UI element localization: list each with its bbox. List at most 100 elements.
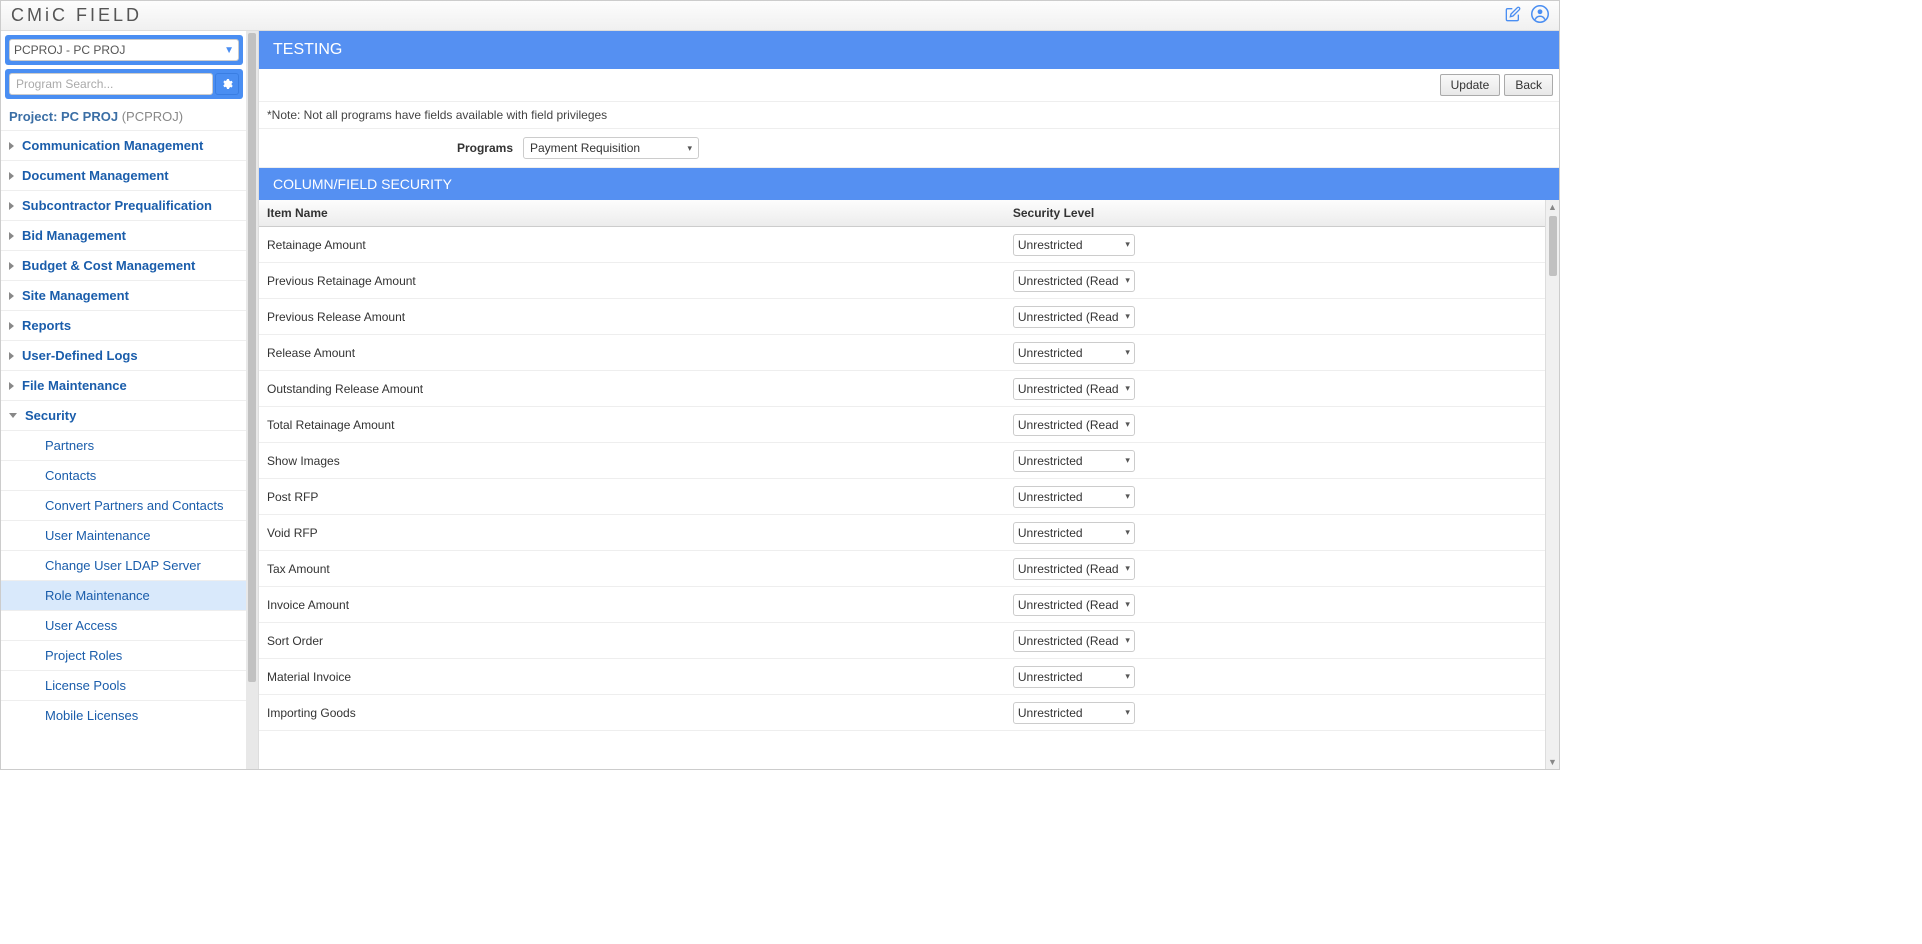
- nav-sub-project-roles[interactable]: Project Roles: [1, 640, 247, 670]
- security-level-select[interactable]: Unrestricted (Read▾: [1013, 594, 1135, 616]
- col-security-level[interactable]: Security Level: [1005, 200, 1545, 227]
- caret-down-icon: ▾: [687, 143, 692, 154]
- search-input[interactable]: [9, 73, 213, 95]
- security-level-select[interactable]: Unrestricted▾: [1013, 342, 1135, 364]
- security-level-select[interactable]: Unrestricted▾: [1013, 522, 1135, 544]
- project-line: Project: PC PROJ (PCPROJ): [1, 103, 247, 130]
- search-settings-button[interactable]: [215, 73, 239, 95]
- nav-sub-license-pools[interactable]: License Pools: [1, 670, 247, 700]
- col-item-name[interactable]: Item Name: [259, 200, 1005, 227]
- caret-down-icon: ▾: [1125, 707, 1130, 718]
- caret-down-icon: ▾: [1125, 311, 1130, 322]
- nav-group-label: Communication Management: [22, 138, 203, 153]
- cell-item-name: Retainage Amount: [259, 227, 1005, 263]
- sidebar-scrollbar[interactable]: [246, 31, 258, 769]
- nav-group-label: Security: [25, 408, 76, 423]
- security-level-select[interactable]: Unrestricted (Read▾: [1013, 414, 1135, 436]
- table-row: Retainage Amount Unrestricted▾: [259, 227, 1545, 263]
- security-level-value: Unrestricted: [1018, 526, 1121, 540]
- nav-group-label: Bid Management: [22, 228, 126, 243]
- security-level-select[interactable]: Unrestricted▾: [1013, 702, 1135, 724]
- nav-group-user-defined-logs[interactable]: User-Defined Logs: [1, 340, 247, 370]
- caret-right-icon: [9, 352, 14, 360]
- action-bar: Update Back: [259, 69, 1559, 102]
- table-wrap: Item Name Security Level Retainage Amoun…: [259, 200, 1559, 769]
- security-level-select[interactable]: Unrestricted▾: [1013, 486, 1135, 508]
- security-level-value: Unrestricted: [1018, 238, 1121, 252]
- caret-right-icon: [9, 382, 14, 390]
- security-level-select[interactable]: Unrestricted▾: [1013, 450, 1135, 472]
- caret-down-icon: ▾: [1125, 347, 1130, 358]
- caret-right-icon: [9, 142, 14, 150]
- table-header-row: Item Name Security Level: [259, 200, 1545, 227]
- project-select[interactable]: PCPROJ - PC PROJ ▼: [9, 39, 239, 61]
- security-level-select[interactable]: Unrestricted (Read▾: [1013, 270, 1135, 292]
- update-button[interactable]: Update: [1440, 74, 1501, 96]
- caret-right-icon: [9, 172, 14, 180]
- table-row: Invoice AmountUnrestricted (Read▾: [259, 587, 1545, 623]
- nav-sub-contacts[interactable]: Contacts: [1, 460, 247, 490]
- sidebar-scrollbar-thumb[interactable]: [248, 33, 256, 682]
- app-logo: CMiC FIELD: [11, 5, 142, 26]
- nav-sub-convert-partners-and-contacts[interactable]: Convert Partners and Contacts: [1, 490, 247, 520]
- nav-sub-change-user-ldap-server[interactable]: Change User LDAP Server: [1, 550, 247, 580]
- security-level-select[interactable]: Unrestricted▾: [1013, 234, 1135, 256]
- nav-group-reports[interactable]: Reports: [1, 310, 247, 340]
- cell-security-level: Unrestricted ▾: [1005, 659, 1545, 695]
- cell-security-level: Unrestricted (Read▾: [1005, 551, 1545, 587]
- table-row: Sort OrderUnrestricted (Read▾: [259, 623, 1545, 659]
- cell-security-level: Unrestricted▾: [1005, 227, 1545, 263]
- nav-group-bid-management[interactable]: Bid Management: [1, 220, 247, 250]
- nav-sub-role-maintenance[interactable]: Role Maintenance: [1, 580, 247, 610]
- security-level-value: Unrestricted: [1018, 670, 1121, 684]
- table-row: Release AmountUnrestricted▾: [259, 335, 1545, 371]
- caret-down-icon: ▾: [1125, 671, 1130, 682]
- programs-row: Programs Payment Requisition ▾: [259, 129, 1559, 168]
- nav-sub-user-maintenance[interactable]: User Maintenance: [1, 520, 247, 550]
- scroll-down-icon[interactable]: ▼: [1548, 755, 1557, 769]
- security-level-select[interactable]: Unrestricted (Read▾: [1013, 558, 1135, 580]
- security-level-select[interactable]: Unrestricted (Read▾: [1013, 630, 1135, 652]
- nav-group-budget-cost-management[interactable]: Budget & Cost Management: [1, 250, 247, 280]
- security-level-select[interactable]: Unrestricted (Read▾: [1013, 378, 1135, 400]
- caret-down-icon: ▼: [224, 45, 234, 56]
- table-row: Total Retainage AmountUnrestricted (Read…: [259, 407, 1545, 443]
- programs-label: Programs: [267, 141, 513, 155]
- table-row: Tax Amount Unrestricted (Read▾: [259, 551, 1545, 587]
- security-level-value: Unrestricted (Read: [1018, 382, 1121, 396]
- back-button[interactable]: Back: [1504, 74, 1553, 96]
- nav-group-file-maintenance[interactable]: File Maintenance: [1, 370, 247, 400]
- table-scrollbar[interactable]: ▲ ▼: [1545, 200, 1559, 769]
- security-level-value: Unrestricted (Read: [1018, 274, 1121, 288]
- cell-item-name: Show Images: [259, 443, 1005, 479]
- app-header: CMiC FIELD: [1, 1, 1559, 31]
- table-row: Post RFPUnrestricted▾: [259, 479, 1545, 515]
- caret-down-icon: ▾: [1125, 419, 1130, 430]
- table-scrollbar-thumb[interactable]: [1549, 216, 1557, 276]
- cell-item-name: Previous Release Amount: [259, 299, 1005, 335]
- nav-sub-partners[interactable]: Partners: [1, 430, 247, 460]
- edit-icon[interactable]: [1505, 6, 1521, 25]
- nav-sub-mobile-licenses[interactable]: Mobile Licenses: [1, 700, 247, 730]
- nav-group-site-management[interactable]: Site Management: [1, 280, 247, 310]
- nav-group-subcontractor-prequalification[interactable]: Subcontractor Prequalification: [1, 190, 247, 220]
- project-code: (PCPROJ): [122, 109, 183, 124]
- nav-group-document-management[interactable]: Document Management: [1, 160, 247, 190]
- cell-item-name: Tax Amount: [259, 551, 1005, 587]
- search-wrap: [5, 69, 243, 99]
- security-level-value: Unrestricted (Read: [1018, 310, 1121, 324]
- gear-icon: [221, 78, 233, 90]
- nav-group-label: Subcontractor Prequalification: [22, 198, 212, 213]
- nav-sub-user-access[interactable]: User Access: [1, 610, 247, 640]
- nav-group-security[interactable]: Security: [1, 400, 247, 430]
- security-level-value: Unrestricted (Read: [1018, 634, 1121, 648]
- scroll-up-icon[interactable]: ▲: [1548, 200, 1557, 214]
- nav-group-communication-management[interactable]: Communication Management: [1, 130, 247, 160]
- nav-group-label: User-Defined Logs: [22, 348, 138, 363]
- project-select-value: PCPROJ - PC PROJ: [14, 43, 125, 57]
- app-container: CMiC FIELD PCPROJ - PC PROJ ▼: [0, 0, 1560, 770]
- security-level-select[interactable]: Unrestricted ▾: [1013, 666, 1135, 688]
- user-icon[interactable]: [1531, 5, 1549, 26]
- programs-select[interactable]: Payment Requisition ▾: [523, 137, 699, 159]
- security-level-select[interactable]: Unrestricted (Read ▾: [1013, 306, 1135, 328]
